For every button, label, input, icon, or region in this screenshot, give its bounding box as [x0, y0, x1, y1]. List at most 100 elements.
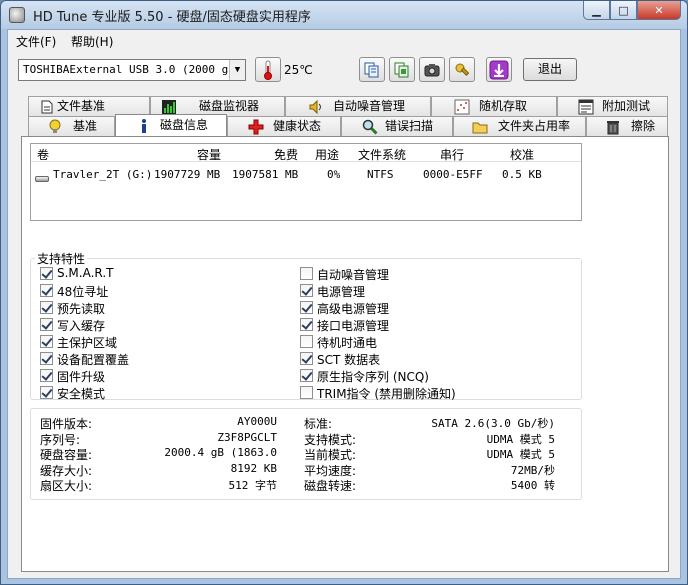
- copy-screen-icon: [394, 62, 409, 77]
- checkbox-checked[interactable]: [300, 318, 313, 331]
- tab-random-access[interactable]: 随机存取: [431, 96, 557, 116]
- tab-label: 磁盘信息: [160, 118, 209, 132]
- copy-screen-button[interactable]: [389, 57, 415, 82]
- folder-icon: [472, 122, 488, 134]
- tab-label: 文件基准: [57, 99, 106, 113]
- exit-button[interactable]: 退出: [523, 58, 577, 81]
- info-value: 72MB/秒: [510, 463, 555, 477]
- cell-free: 1907581 MB: [232, 168, 299, 181]
- info-value: 2000.4 gB (1863.0: [164, 446, 277, 459]
- col-free[interactable]: 免费: [274, 146, 298, 163]
- tab-label: 文件夹占用率: [498, 119, 571, 133]
- extra-tests-icon: [578, 99, 594, 115]
- checkbox-checked[interactable]: [40, 301, 53, 314]
- cell-volume: Travler_2T (G:): [53, 168, 153, 181]
- info-group: 固件版本: AY000U 序列号: Z3F8PGCLT 硬盘容量: 2000.4 gB (…: [30, 408, 582, 500]
- copy-info-icon: [364, 62, 379, 77]
- checkbox-checked[interactable]: [40, 386, 53, 399]
- checkbox-checked[interactable]: [300, 369, 313, 382]
- app-icon: [9, 7, 25, 23]
- col-usage[interactable]: 用途: [315, 146, 339, 163]
- drive-select-value: TOSHIBAExternal USB 3.0 (2000 gB): [23, 63, 242, 76]
- trash-icon: [607, 121, 619, 135]
- col-alignment[interactable]: 校准: [510, 146, 534, 163]
- info-label: 当前模式:: [304, 448, 357, 462]
- chevron-down-icon: ▼: [229, 60, 245, 80]
- col-capacity[interactable]: 容量: [197, 146, 221, 163]
- camera-icon: [424, 63, 440, 76]
- feature-label: 待机时通电: [317, 336, 378, 350]
- info-value: AY000U: [237, 415, 277, 428]
- download-button[interactable]: [486, 57, 512, 82]
- minimize-button[interactable]: ▁: [583, 1, 610, 20]
- volume-table-header: 卷 容量 免费 用途 文件系统 串行 校准: [31, 144, 581, 162]
- client-area: 文件(F) 帮助(H) TOSHIBAExternal USB 3.0 (200…: [7, 29, 681, 579]
- checkbox-checked[interactable]: [300, 284, 313, 297]
- temperature-button[interactable]: [255, 57, 281, 82]
- title-bar[interactable]: HD Tune 专业版 5.50 - 硬盘/固态硬盘实用程序 ▁ □ ✕: [1, 1, 687, 29]
- checkbox-unchecked[interactable]: [300, 335, 313, 348]
- tab-disk-monitor[interactable]: 磁盘监视器: [150, 96, 285, 116]
- drive-select[interactable]: TOSHIBAExternal USB 3.0 (2000 gB) ▼: [18, 59, 246, 81]
- benchmark-bulb-icon: [49, 119, 61, 133]
- table-row[interactable]: Travler_2T (G:) 1907729 MB 1907581 MB 0%…: [31, 168, 581, 184]
- checkbox-checked[interactable]: [40, 318, 53, 331]
- window-title: HD Tune 专业版 5.50 - 硬盘/固态硬盘实用程序: [33, 10, 311, 25]
- tab-health[interactable]: 健康状态: [227, 116, 341, 136]
- tab-auto-noise[interactable]: 自动噪音管理: [285, 96, 431, 116]
- info-row: 磁盘转速: 5400 转: [304, 477, 555, 493]
- volume-table: 卷 容量 免费 用途 文件系统 串行 校准 Travler_2T (G:) 19…: [30, 143, 582, 221]
- file-benchmark-icon: [41, 100, 53, 114]
- tab-error-scan[interactable]: 错误扫描: [341, 116, 453, 136]
- menu-file[interactable]: 文件(F): [16, 33, 56, 50]
- tab-disk-info[interactable]: 磁盘信息: [115, 114, 227, 136]
- tab-benchmark[interactable]: 基准: [28, 116, 115, 136]
- health-cross-icon: [248, 119, 264, 135]
- tab-label: 随机存取: [479, 99, 528, 113]
- tab-row-1: 文件基准 磁盘监视器 自动噪音管理 随机存取 附加测试: [28, 96, 668, 116]
- options-button[interactable]: [449, 57, 475, 82]
- checkbox-checked[interactable]: [300, 301, 313, 314]
- col-volume[interactable]: 卷: [37, 146, 49, 163]
- maximize-button[interactable]: □: [610, 1, 637, 20]
- close-button[interactable]: ✕: [637, 1, 681, 20]
- checkbox-checked[interactable]: [300, 352, 313, 365]
- cell-filesystem: NTFS: [367, 168, 394, 181]
- disk-monitor-icon: [162, 100, 176, 114]
- checkbox-checked[interactable]: [40, 267, 53, 280]
- copy-info-button[interactable]: [359, 57, 385, 82]
- tab-erase[interactable]: 擦除: [586, 116, 668, 136]
- feature-label: SCT 数据表: [317, 353, 381, 367]
- feature-label: 设备配置覆盖: [57, 353, 130, 367]
- col-filesystem[interactable]: 文件系统: [358, 146, 406, 163]
- tab-extra-tests[interactable]: 附加测试: [557, 96, 668, 116]
- info-row: 扇区大小: 512 字节: [40, 477, 277, 493]
- checkbox-checked[interactable]: [40, 284, 53, 297]
- cell-serial: 0000-E5FF: [423, 168, 483, 181]
- tab-file-benchmark[interactable]: 文件基准: [28, 96, 150, 116]
- checkbox-unchecked[interactable]: [300, 267, 313, 280]
- cell-capacity: 1907729 MB: [154, 168, 221, 181]
- menu-bar: 文件(F) 帮助(H): [8, 30, 680, 52]
- feature-label: 原生指令序列 (NCQ): [317, 370, 429, 384]
- screenshot-button[interactable]: [419, 57, 445, 82]
- temperature-readout: 25℃: [284, 63, 313, 77]
- feature-label: 固件升级: [57, 370, 106, 384]
- info-value: UDMA 模式 5: [486, 448, 555, 461]
- checkbox-checked[interactable]: [40, 352, 53, 365]
- checkbox-checked[interactable]: [40, 335, 53, 348]
- info-row: 序列号: Z3F8PGCLT: [40, 431, 277, 447]
- tab-folder-usage[interactable]: 文件夹占用率: [453, 116, 586, 136]
- checkbox-unchecked[interactable]: [300, 386, 313, 399]
- feature-label: 电源管理: [317, 285, 366, 299]
- menu-help[interactable]: 帮助(H): [71, 33, 113, 50]
- tab-row-2: 基准 磁盘信息 健康状态 错误扫描 文件夹占用率 擦除: [28, 114, 668, 136]
- feature-label: 预先读取: [57, 302, 106, 316]
- disk-info-panel: 卷 容量 免费 用途 文件系统 串行 校准 Travler_2T (G:) 19…: [21, 136, 669, 572]
- col-serial[interactable]: 串行: [440, 146, 464, 163]
- feature-label: 写入缓存: [57, 319, 106, 333]
- info-label: 扇区大小:: [40, 479, 93, 493]
- feature-label: 48位寻址: [57, 285, 109, 299]
- checkbox-checked[interactable]: [40, 369, 53, 382]
- info-value: Z3F8PGCLT: [217, 430, 277, 444]
